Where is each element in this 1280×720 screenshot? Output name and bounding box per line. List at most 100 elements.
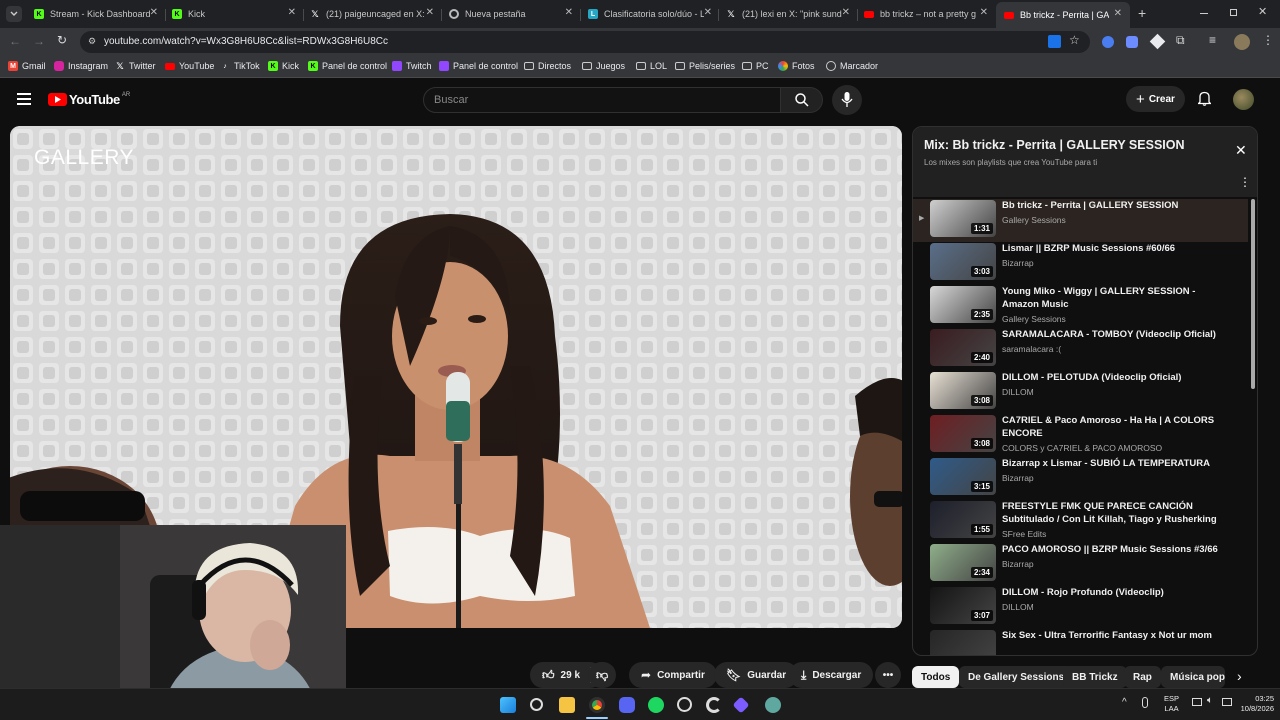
language-indicator[interactable]: ESP LAA <box>1164 694 1179 714</box>
bookmark-kick-panel[interactable]: K Panel de control <box>308 61 387 71</box>
playlist-item[interactable]: 3:07 DILLOM - Rojo Profundo (Videoclip) DI… <box>913 586 1248 629</box>
youtube-logo[interactable]: YouTube AR <box>48 92 130 107</box>
video-title[interactable]: DILLOM - PELOTUDA (Videoclip Oficial) <box>1002 371 1222 384</box>
back-icon[interactable]: ← <box>9 34 21 48</box>
bookmark-folder-pc[interactable]: PC <box>742 61 769 71</box>
bookmark-folder-juegos[interactable]: Juegos <box>582 61 625 71</box>
bookmark-fotos[interactable]: Fotos <box>778 61 815 71</box>
windows-start-icon[interactable] <box>500 697 516 713</box>
chip-todos[interactable]: Todos <box>912 666 960 688</box>
bookmark-folder-lol[interactable]: LOL <box>636 61 667 71</box>
site-info-icon[interactable]: ⚙ <box>88 36 96 47</box>
clock[interactable]: 03:25 10/8/2026 <box>1238 694 1274 714</box>
extension-icon[interactable] <box>1149 33 1166 50</box>
chip-de-gallery-sessions[interactable]: De Gallery Sessions <box>959 666 1074 688</box>
tab-x-lexi[interactable]: 𝕏 (21) lexi en X: "pink sunda ✕ <box>726 4 850 24</box>
playlist-item[interactable]: 3:15 Bizarrap x Lismar - SUBIÓ LA TEMPERA… <box>913 457 1248 500</box>
playlist-scrollbar[interactable] <box>1251 199 1255 389</box>
profile-avatar[interactable] <box>1234 34 1250 50</box>
tray-chevron-up-icon[interactable]: ^ <box>1122 697 1127 708</box>
video-thumbnail[interactable]: 3:03 <box>930 243 996 280</box>
video-title[interactable]: Lismar || BZRP Music Sessions #60/66 <box>1002 242 1222 255</box>
playlist-item[interactable]: Six Sex - Ultra Terrorific Fantasy x Not… <box>913 629 1248 655</box>
video-thumbnail[interactable]: 2:40 <box>930 329 996 366</box>
bookmark-marcador[interactable]: Marcador <box>826 61 878 71</box>
chip-bb-trickz[interactable]: BB Trickz <box>1063 666 1127 688</box>
forward-icon[interactable]: → <box>33 34 45 48</box>
app-icon[interactable] <box>706 697 722 713</box>
hamburger-menu-icon[interactable] <box>17 93 31 105</box>
playlist-menu-icon[interactable]: ⋮ <box>1239 175 1251 189</box>
video-thumbnail[interactable]: 3:07 <box>930 587 996 624</box>
video-title[interactable]: DILLOM - Rojo Profundo (Videoclip) <box>1002 586 1222 599</box>
video-title[interactable]: Bb trickz - Perrita | GALLERY SESSION <box>1002 199 1222 212</box>
close-icon[interactable]: ✕ <box>150 7 158 18</box>
close-icon[interactable]: ✕ <box>288 7 296 18</box>
video-thumbnail[interactable]: 2:34 <box>930 544 996 581</box>
search-button[interactable] <box>781 87 823 113</box>
playlist-item[interactable]: 3:03 Lismar || BZRP Music Sessions #60/66… <box>913 242 1248 285</box>
voice-search-button[interactable] <box>832 85 862 115</box>
app-icon[interactable] <box>732 696 750 714</box>
video-title[interactable]: Six Sex - Ultra Terrorific Fantasy x Not… <box>1002 629 1222 642</box>
account-avatar[interactable] <box>1233 89 1254 110</box>
download-button[interactable]: ⤓ Descargar <box>789 662 874 688</box>
playlist-item[interactable]: 2:35 Young Miko - Wiggy | GALLERY SESSION… <box>913 285 1248 328</box>
bookmark-gmail[interactable]: M Gmail <box>8 61 46 71</box>
extension-icon[interactable] <box>1102 36 1114 48</box>
bookmark-instagram[interactable]: Instagram <box>54 61 108 71</box>
file-explorer-icon[interactable] <box>559 697 575 713</box>
playlist-item-current[interactable]: ▶ 1:31 Bb trickz - Perrita | GALLERY SESSI… <box>913 199 1248 242</box>
chip-rap[interactable]: Rap <box>1124 666 1161 688</box>
tab-search-button[interactable] <box>6 6 22 22</box>
discord-icon[interactable] <box>619 697 635 713</box>
bookmark-youtube[interactable]: YouTube <box>165 61 214 71</box>
chip-musica-pop[interactable]: Música pop <box>1161 666 1225 688</box>
close-icon[interactable]: ✕ <box>426 7 434 18</box>
reload-icon[interactable]: ↻ <box>57 33 67 47</box>
extension-icon[interactable] <box>1126 36 1138 48</box>
tab-kick-dashboard[interactable]: K Stream - Kick Dashboard ✕ <box>34 4 158 24</box>
chips-next-icon[interactable]: › <box>1237 668 1242 684</box>
bookmark-tiktok[interactable]: ♪ TikTok <box>220 61 259 71</box>
dislike-button[interactable]: 👎︎ <box>588 662 617 688</box>
search-input[interactable]: Buscar <box>423 87 781 113</box>
tab-leaguepedia[interactable]: L Clasificatoria solo/dúo - L ✕ <box>588 4 712 24</box>
extensions-puzzle-icon[interactable]: ⧉ <box>1176 33 1185 48</box>
video-thumbnail[interactable]: 1:31 <box>930 200 996 237</box>
minimize-icon[interactable] <box>1200 13 1208 14</box>
kebab-menu-icon[interactable]: ⋮ <box>1262 33 1274 47</box>
close-icon[interactable]: ✕ <box>565 7 573 18</box>
volume-icon[interactable]: 🔈︎ <box>1207 695 1213 706</box>
playlist-item[interactable]: 2:34 PACO AMOROSO || BZRP Music Sessions … <box>913 543 1248 586</box>
tray-microphone-icon[interactable] <box>1142 697 1148 708</box>
tab-kick[interactable]: K Kick ✕ <box>172 4 296 24</box>
app-icon[interactable] <box>765 697 781 713</box>
bookmark-twitch-panel[interactable]: Panel de control <box>439 61 518 71</box>
create-button[interactable]: + Crear <box>1126 86 1185 112</box>
close-icon[interactable]: ✕ <box>980 7 988 18</box>
window-close-icon[interactable]: ✕ <box>1258 5 1267 18</box>
notifications-bell-icon[interactable] <box>1196 91 1213 106</box>
video-thumbnail[interactable]: 3:08 <box>930 415 996 452</box>
tab-new-tab[interactable]: Nueva pestaña ✕ <box>449 4 573 24</box>
video-thumbnail[interactable]: 1:55 <box>930 501 996 538</box>
bookmark-star-icon[interactable]: ☆ <box>1069 33 1080 47</box>
playlist-item[interactable]: 3:08 CA7RIEL & Paco Amoroso - Ha Ha | A C… <box>913 414 1248 457</box>
video-thumbnail[interactable]: 2:35 <box>930 286 996 323</box>
playlist-item[interactable]: 1:55 FREESTYLE FMK QUE PARECE CANCIÓN Sub… <box>913 500 1248 543</box>
tab-bb-trickz-perrita[interactable]: Bb trickz - Perrita | GA ✕ <box>996 2 1130 28</box>
close-icon[interactable]: ✕ <box>1114 8 1122 19</box>
search-icon[interactable] <box>530 698 543 711</box>
bookmark-folder-pelis[interactable]: Pelis/series <box>675 61 735 71</box>
video-thumbnail[interactable]: 3:15 <box>930 458 996 495</box>
tab-bb-trickz-not-a-pretty[interactable]: bb trickz – not a pretty g ✕ <box>864 4 988 24</box>
video-title[interactable]: PACO AMOROSO || BZRP Music Sessions #3/6… <box>1002 543 1222 556</box>
playlist-item[interactable]: 2:40 SARAMALACARA - TOMBOY (Videoclip Ofi… <box>913 328 1248 371</box>
bookmark-twitch[interactable]: Twitch <box>392 61 432 71</box>
obs-icon[interactable] <box>677 697 692 712</box>
new-tab-button[interactable]: + <box>1138 5 1146 21</box>
more-actions-button[interactable]: ••• <box>875 662 901 688</box>
close-playlist-icon[interactable]: ✕ <box>1235 142 1247 159</box>
restore-icon[interactable] <box>1230 9 1237 16</box>
